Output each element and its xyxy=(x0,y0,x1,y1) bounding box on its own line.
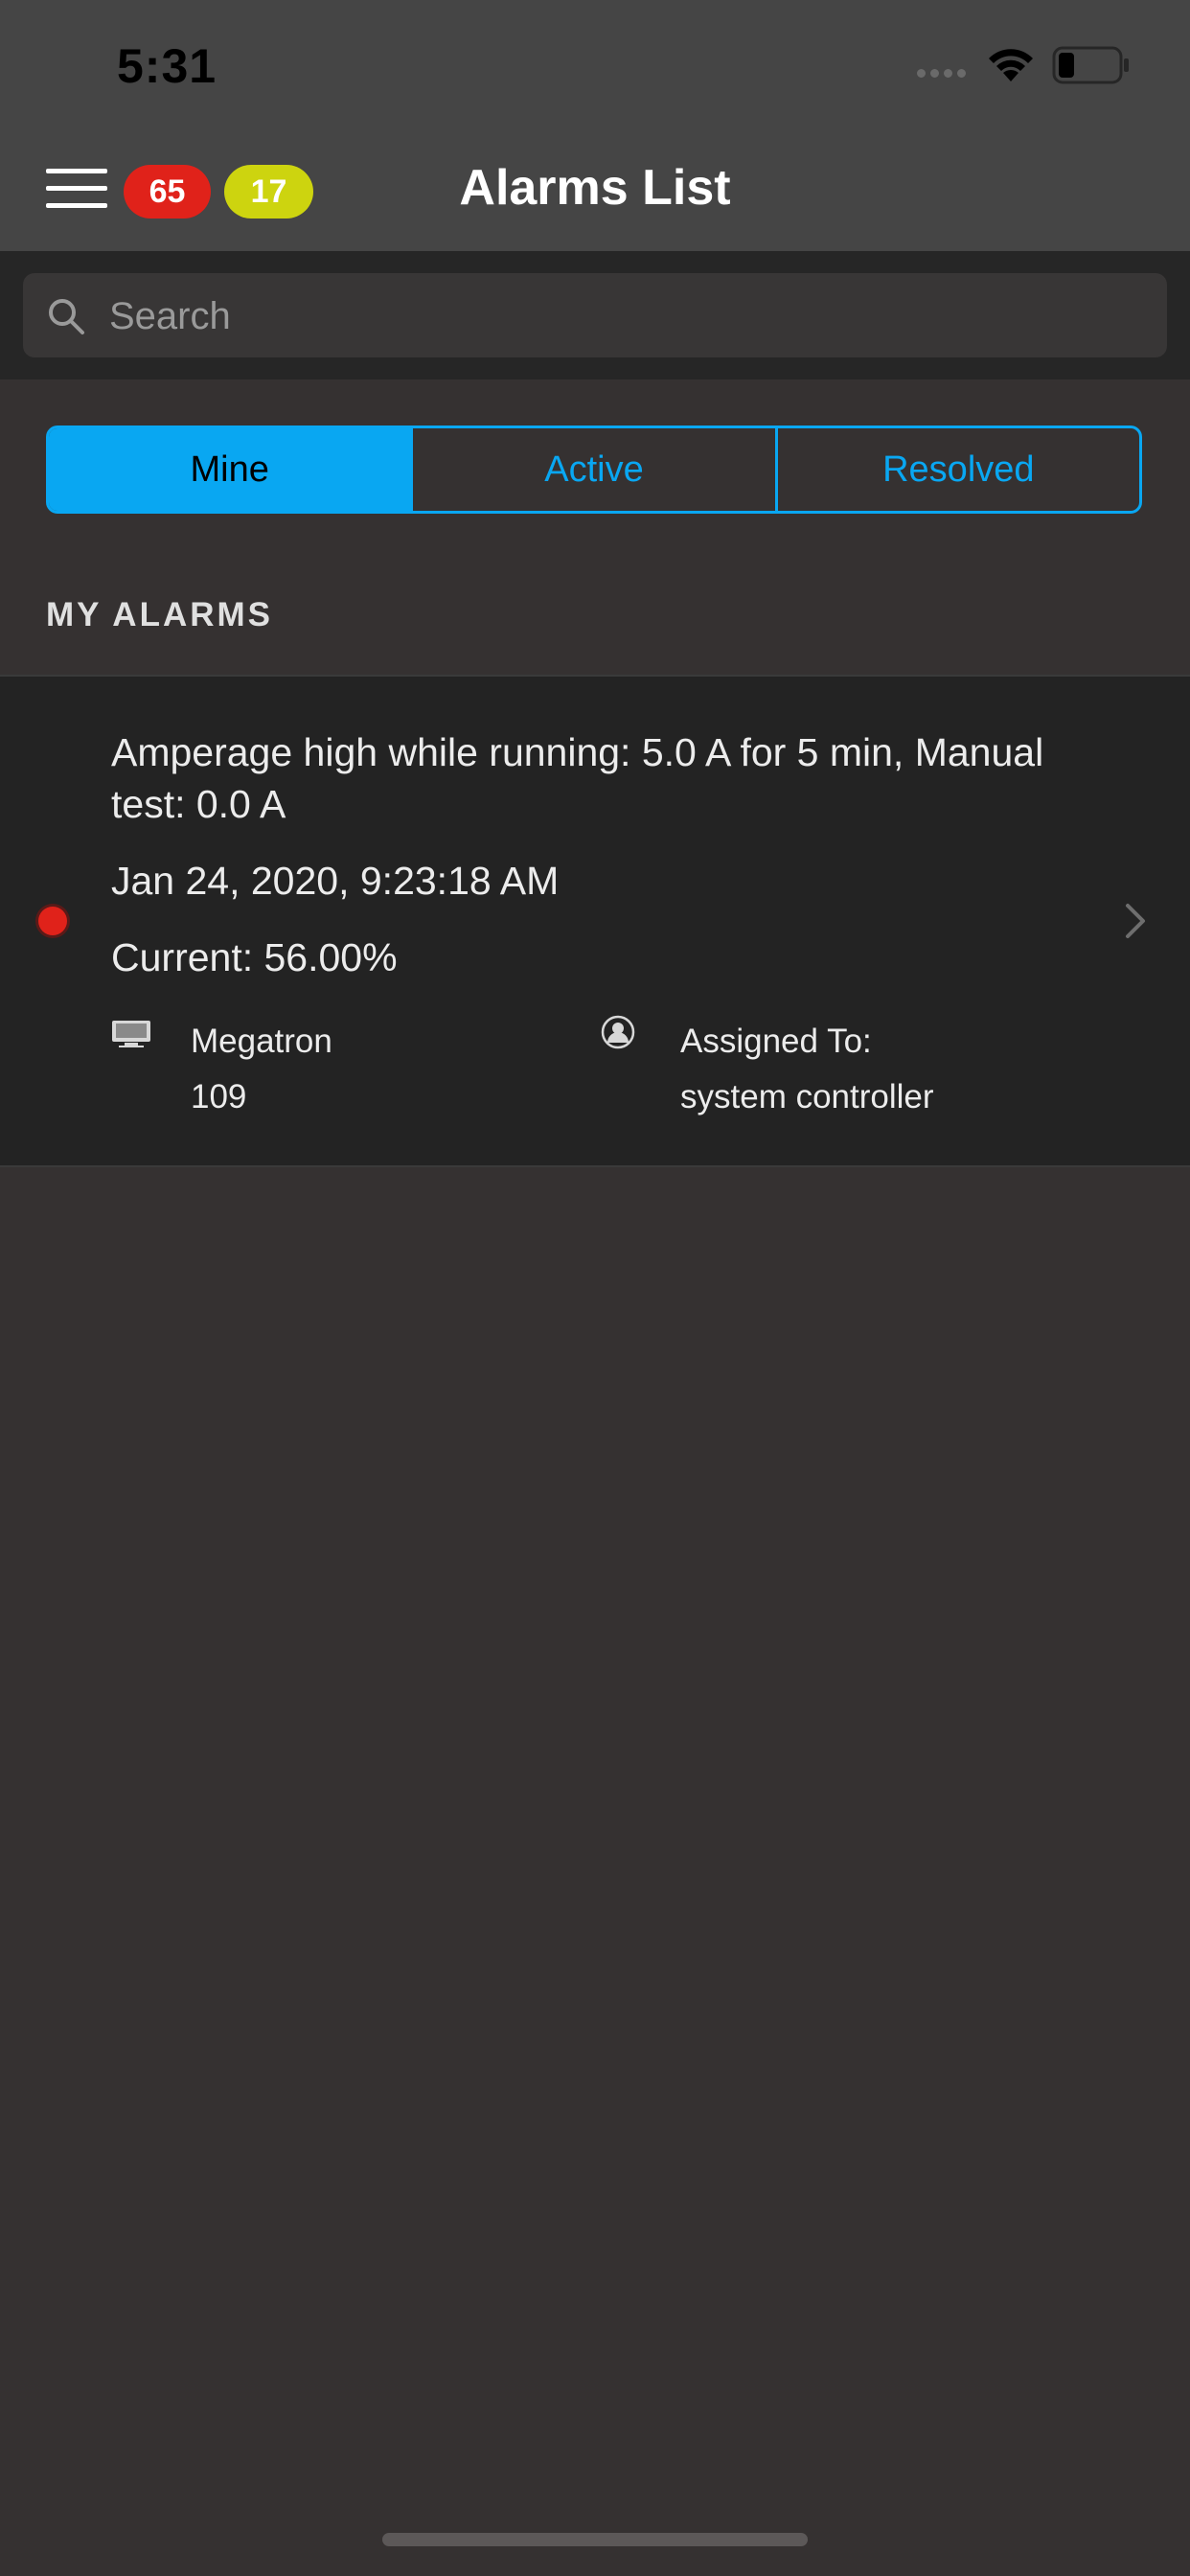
alarm-datetime: Jan 24, 2020, 9:23:18 AM xyxy=(111,859,560,903)
status-time: 5:31 xyxy=(117,39,217,93)
device-name: Megatron xyxy=(191,1023,332,1060)
alarm-current-value: Current: 56.00% xyxy=(111,935,398,979)
alarm-list-item[interactable]: Amperage high while running: 5.0 A for 5… xyxy=(0,675,1190,1167)
search-field[interactable] xyxy=(23,273,1167,359)
home-indicator[interactable] xyxy=(382,2533,808,2546)
user-icon xyxy=(601,1015,635,1049)
tab-resolved[interactable]: Resolved xyxy=(774,428,1139,511)
section-header-my-alarms: MY ALARMS xyxy=(46,596,273,633)
search-bar xyxy=(0,251,1190,380)
alarm-filter-tabs: Mine Active Resolved xyxy=(46,426,1142,514)
cellular-signal-icon xyxy=(917,69,966,78)
assigned-to-value: system controller xyxy=(680,1078,934,1116)
assigned-to-label: Assigned To: xyxy=(680,1023,872,1060)
wifi-icon xyxy=(989,49,1033,81)
device-number: 109 xyxy=(191,1078,247,1116)
battery-icon xyxy=(1052,46,1129,84)
monitor-icon xyxy=(112,1021,150,1047)
search-icon xyxy=(49,299,84,334)
status-bar: 5:31 xyxy=(0,0,1190,126)
page-title: Alarms List xyxy=(459,160,731,216)
app-header: 65 17 Alarms List xyxy=(0,126,1190,251)
device-info: Megatron 109 xyxy=(191,1014,332,1125)
alarm-description: Amperage high while running: 5.0 A for 5… xyxy=(111,730,1044,826)
tab-mine[interactable]: Mine xyxy=(49,428,411,511)
assignee-info: Assigned To: system controller xyxy=(680,1014,934,1125)
alarm-status-dot-icon xyxy=(38,907,67,935)
search-input[interactable] xyxy=(107,273,1146,359)
tab-active[interactable]: Active xyxy=(410,428,774,511)
chevron-right-icon xyxy=(1126,904,1145,938)
